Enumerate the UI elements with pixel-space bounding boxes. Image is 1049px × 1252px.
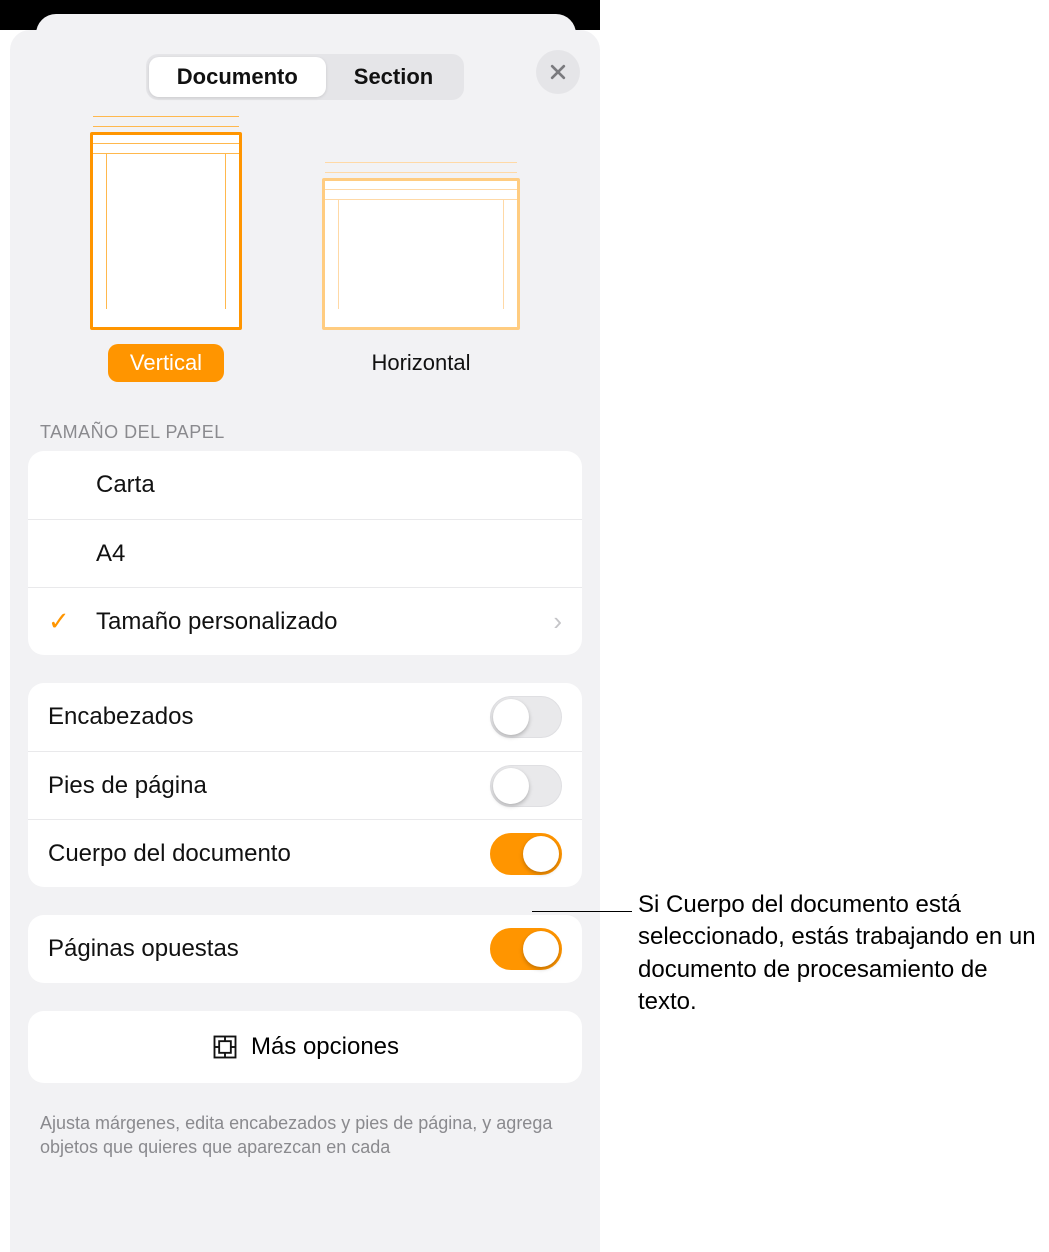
headers-toggle[interactable] — [490, 696, 562, 738]
toggle-label: Pies de página — [48, 772, 490, 800]
toggle-row-headers: Encabezados — [28, 683, 582, 751]
facing-pages-toggle[interactable] — [490, 928, 562, 970]
facing-pages-card: Páginas opuestas — [28, 915, 582, 983]
callout-annotation: Si Cuerpo del documento está seleccionad… — [638, 889, 1038, 1019]
tab-switcher: Documento Section — [146, 54, 464, 100]
margins-icon — [211, 1033, 239, 1061]
more-options-label: Más opciones — [251, 1033, 399, 1061]
paper-option-a4[interactable]: A4 — [28, 519, 582, 587]
toggle-label: Páginas opuestas — [48, 935, 490, 963]
toggle-row-body: Cuerpo del documento — [28, 819, 582, 887]
paper-option-custom[interactable]: ✓ Tamaño personalizado › — [28, 587, 582, 655]
paper-size-list: Carta A4 ✓ Tamaño personalizado › — [28, 451, 582, 655]
more-options-button[interactable]: Más opciones — [28, 1011, 582, 1083]
toggle-label: Cuerpo del documento — [48, 840, 490, 868]
toggle-label: Encabezados — [48, 703, 490, 731]
footer-help-text: Ajusta márgenes, edita encabezados y pie… — [10, 1111, 600, 1160]
paper-size-header: TAMAÑO DEL PAPEL — [10, 410, 600, 451]
document-toggles: Encabezados Pies de página Cuerpo del do… — [28, 683, 582, 887]
close-button[interactable] — [536, 50, 580, 94]
orientation-selector: Vertical Horizontal — [10, 122, 600, 410]
paper-option-label: Tamaño personalizado — [96, 608, 553, 636]
orientation-horizontal[interactable]: Horizontal — [322, 132, 520, 382]
check-icon: ✓ — [48, 606, 96, 637]
landscape-thumb-icon — [322, 178, 520, 330]
more-options-card: Más opciones — [28, 1011, 582, 1083]
chevron-right-icon: › — [553, 606, 562, 637]
orientation-vertical[interactable]: Vertical — [90, 132, 242, 382]
close-icon — [548, 62, 568, 82]
panel-header: Documento Section — [10, 48, 600, 122]
paper-option-label: A4 — [96, 540, 562, 568]
callout-leader-line — [532, 911, 632, 912]
tab-documento[interactable]: Documento — [149, 57, 326, 97]
tab-section[interactable]: Section — [326, 57, 461, 97]
paper-option-carta[interactable]: Carta — [28, 451, 582, 519]
document-options-panel: Documento Section Vertical Horizontal TA… — [10, 30, 600, 1252]
toggle-row-footers: Pies de página — [28, 751, 582, 819]
orientation-horizontal-label: Horizontal — [349, 344, 492, 382]
paper-option-label: Carta — [96, 471, 562, 499]
portrait-thumb-icon — [90, 132, 242, 330]
toggle-row-facing: Páginas opuestas — [28, 915, 582, 983]
body-toggle[interactable] — [490, 833, 562, 875]
orientation-vertical-label: Vertical — [108, 344, 224, 382]
footers-toggle[interactable] — [490, 765, 562, 807]
